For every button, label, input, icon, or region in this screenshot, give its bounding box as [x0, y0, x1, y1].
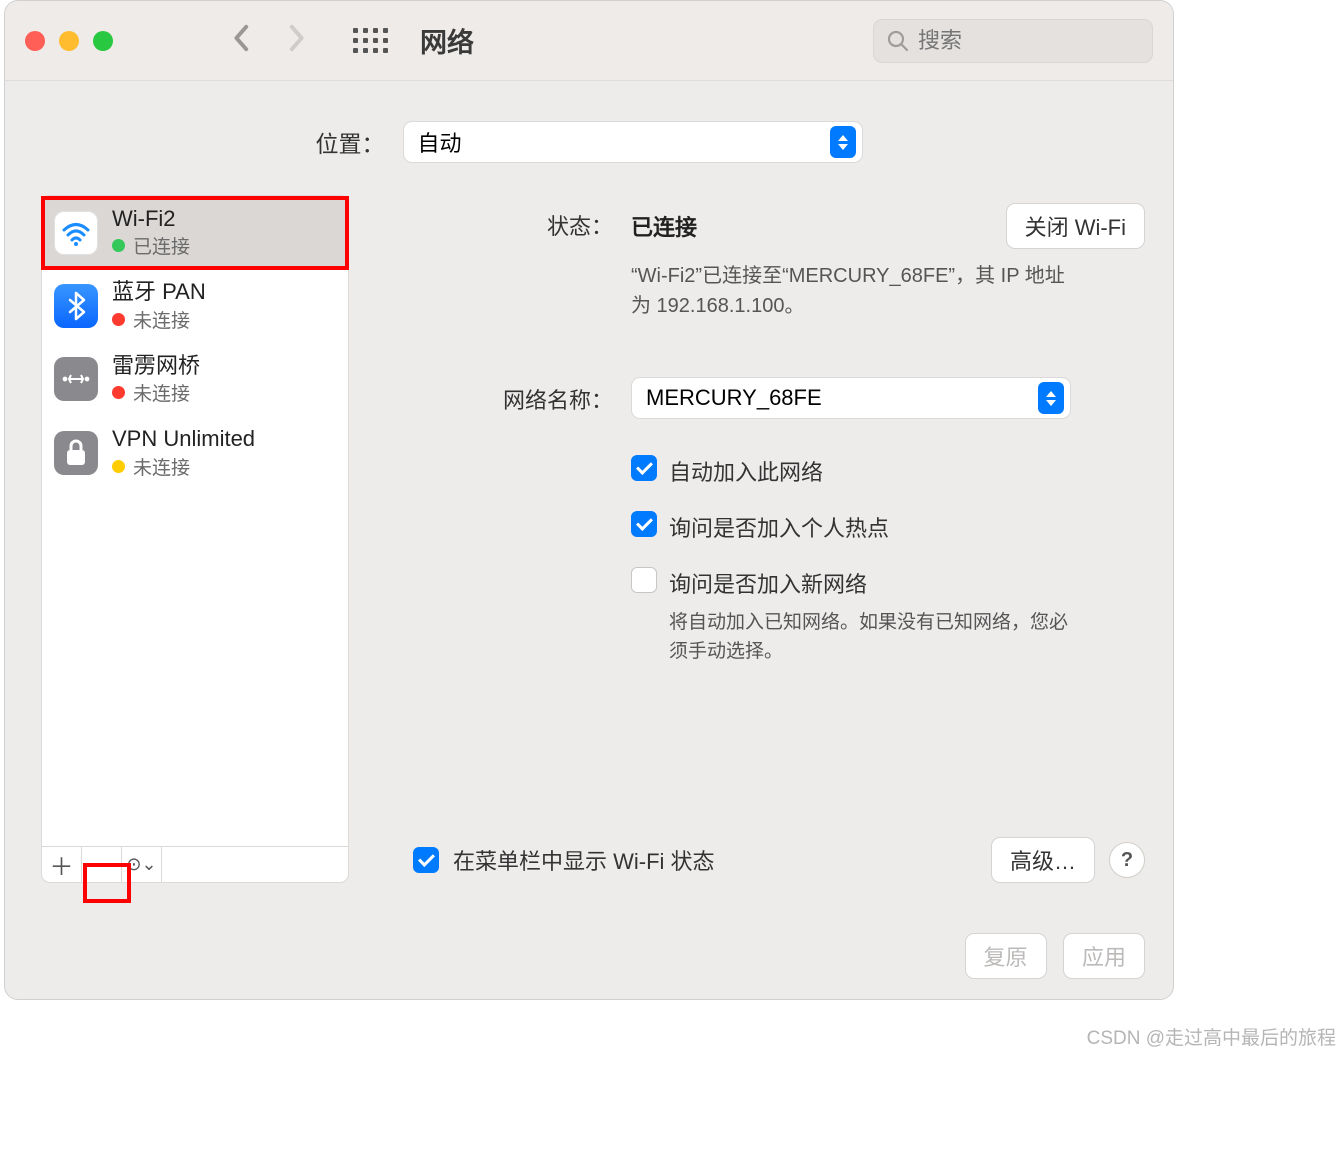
- ask-new-networks-checkbox[interactable]: [631, 567, 657, 593]
- window-title: 网络: [420, 21, 474, 60]
- nav-arrows: [231, 24, 307, 57]
- ask-new-networks-label: 询问是否加入新网络: [669, 572, 867, 597]
- zoom-window-button[interactable]: [93, 31, 113, 51]
- location-row: 位置： 自动: [5, 81, 1173, 195]
- back-button[interactable]: [231, 24, 253, 57]
- services-footer: ＋ － ⊙⌄: [41, 847, 349, 883]
- watermark: CSDN @走过高中最后的旅程: [1087, 1023, 1336, 1050]
- bluetooth-icon: [54, 284, 98, 328]
- sidebar-item-thunderbolt-bridge[interactable]: 雷雳网桥 未连接: [42, 343, 348, 416]
- updown-icon: [830, 126, 856, 158]
- auto-join-label: 自动加入此网络: [669, 455, 823, 487]
- network-preferences-window: 网络 位置： 自动 Wi-Fi2 已连接: [4, 0, 1174, 1000]
- sidebar-item-status: 已连接: [133, 232, 190, 259]
- location-label: 位置：: [316, 125, 385, 159]
- revert-button[interactable]: 复原: [965, 933, 1047, 979]
- status-label: 状态：: [377, 203, 631, 321]
- sidebar-item-name: 雷雳网桥: [112, 353, 200, 379]
- updown-icon: [1038, 382, 1064, 414]
- auto-join-checkbox[interactable]: [631, 455, 657, 481]
- add-service-button[interactable]: ＋: [42, 847, 82, 882]
- search-icon: [886, 29, 910, 53]
- location-select[interactable]: 自动: [403, 121, 863, 163]
- sidebar-item-status: 未连接: [133, 453, 190, 480]
- status-dot-icon: [112, 460, 125, 473]
- footer-buttons: 复原 应用: [5, 911, 1173, 999]
- wifi-icon: [54, 211, 98, 255]
- network-name-select[interactable]: MERCURY_68FE: [631, 377, 1071, 419]
- status-description: “Wi-Fi2”已连接至“MERCURY_68FE”，其 IP 地址为 192.…: [631, 261, 1071, 321]
- thunderbolt-bridge-icon: [54, 357, 98, 401]
- status-value: 已连接: [631, 210, 697, 242]
- sidebar-item-name: VPN Unlimited: [112, 426, 255, 452]
- location-value: 自动: [418, 126, 462, 158]
- search-input[interactable]: [918, 28, 1140, 54]
- sidebar-item-vpn-unlimited[interactable]: VPN Unlimited 未连接: [42, 416, 348, 489]
- ask-hotspot-checkbox[interactable]: [631, 511, 657, 537]
- traffic-lights: [25, 31, 113, 51]
- ask-hotspot-label: 询问是否加入个人热点: [669, 511, 889, 543]
- show-menubar-checkbox[interactable]: [413, 847, 439, 873]
- network-name-label: 网络名称：: [377, 377, 631, 419]
- apply-button[interactable]: 应用: [1063, 933, 1145, 979]
- lock-icon: [54, 431, 98, 475]
- close-window-button[interactable]: [25, 31, 45, 51]
- service-options-button[interactable]: ⊙⌄: [122, 847, 162, 882]
- sidebar-item-status: 未连接: [133, 379, 190, 406]
- remove-service-button[interactable]: －: [82, 847, 122, 882]
- sidebar-item-name: Wi-Fi2: [112, 206, 190, 232]
- help-button[interactable]: ?: [1109, 842, 1145, 878]
- sidebar-item-bluetooth-pan[interactable]: 蓝牙 PAN 未连接: [42, 269, 348, 342]
- new-networks-hint: 将自动加入已知网络。如果没有已知网络，您必须手动选择。: [669, 609, 1069, 666]
- status-dot-icon: [112, 386, 125, 399]
- turn-off-wifi-button[interactable]: 关闭 Wi-Fi: [1006, 203, 1145, 249]
- forward-button[interactable]: [285, 24, 307, 57]
- search-field[interactable]: [873, 19, 1153, 63]
- detail-panel: 状态： 已连接 关闭 Wi-Fi “Wi-Fi2”已连接至“MERCURY_68…: [377, 195, 1145, 883]
- advanced-button[interactable]: 高级…: [991, 837, 1095, 883]
- sidebar-item-name: 蓝牙 PAN: [112, 279, 206, 305]
- show-menubar-label: 在菜单栏中显示 Wi-Fi 状态: [453, 844, 715, 876]
- minimize-window-button[interactable]: [59, 31, 79, 51]
- sidebar-item-wifi2[interactable]: Wi-Fi2 已连接: [42, 196, 348, 269]
- status-dot-icon: [112, 313, 125, 326]
- network-name-value: MERCURY_68FE: [646, 385, 822, 411]
- titlebar: 网络: [5, 1, 1173, 81]
- services-sidebar: Wi-Fi2 已连接 蓝牙 PAN 未连接: [41, 195, 349, 883]
- status-dot-icon: [112, 239, 125, 252]
- show-all-prefs-button[interactable]: [353, 28, 388, 53]
- services-list: Wi-Fi2 已连接 蓝牙 PAN 未连接: [41, 195, 349, 847]
- sidebar-item-status: 未连接: [133, 306, 190, 333]
